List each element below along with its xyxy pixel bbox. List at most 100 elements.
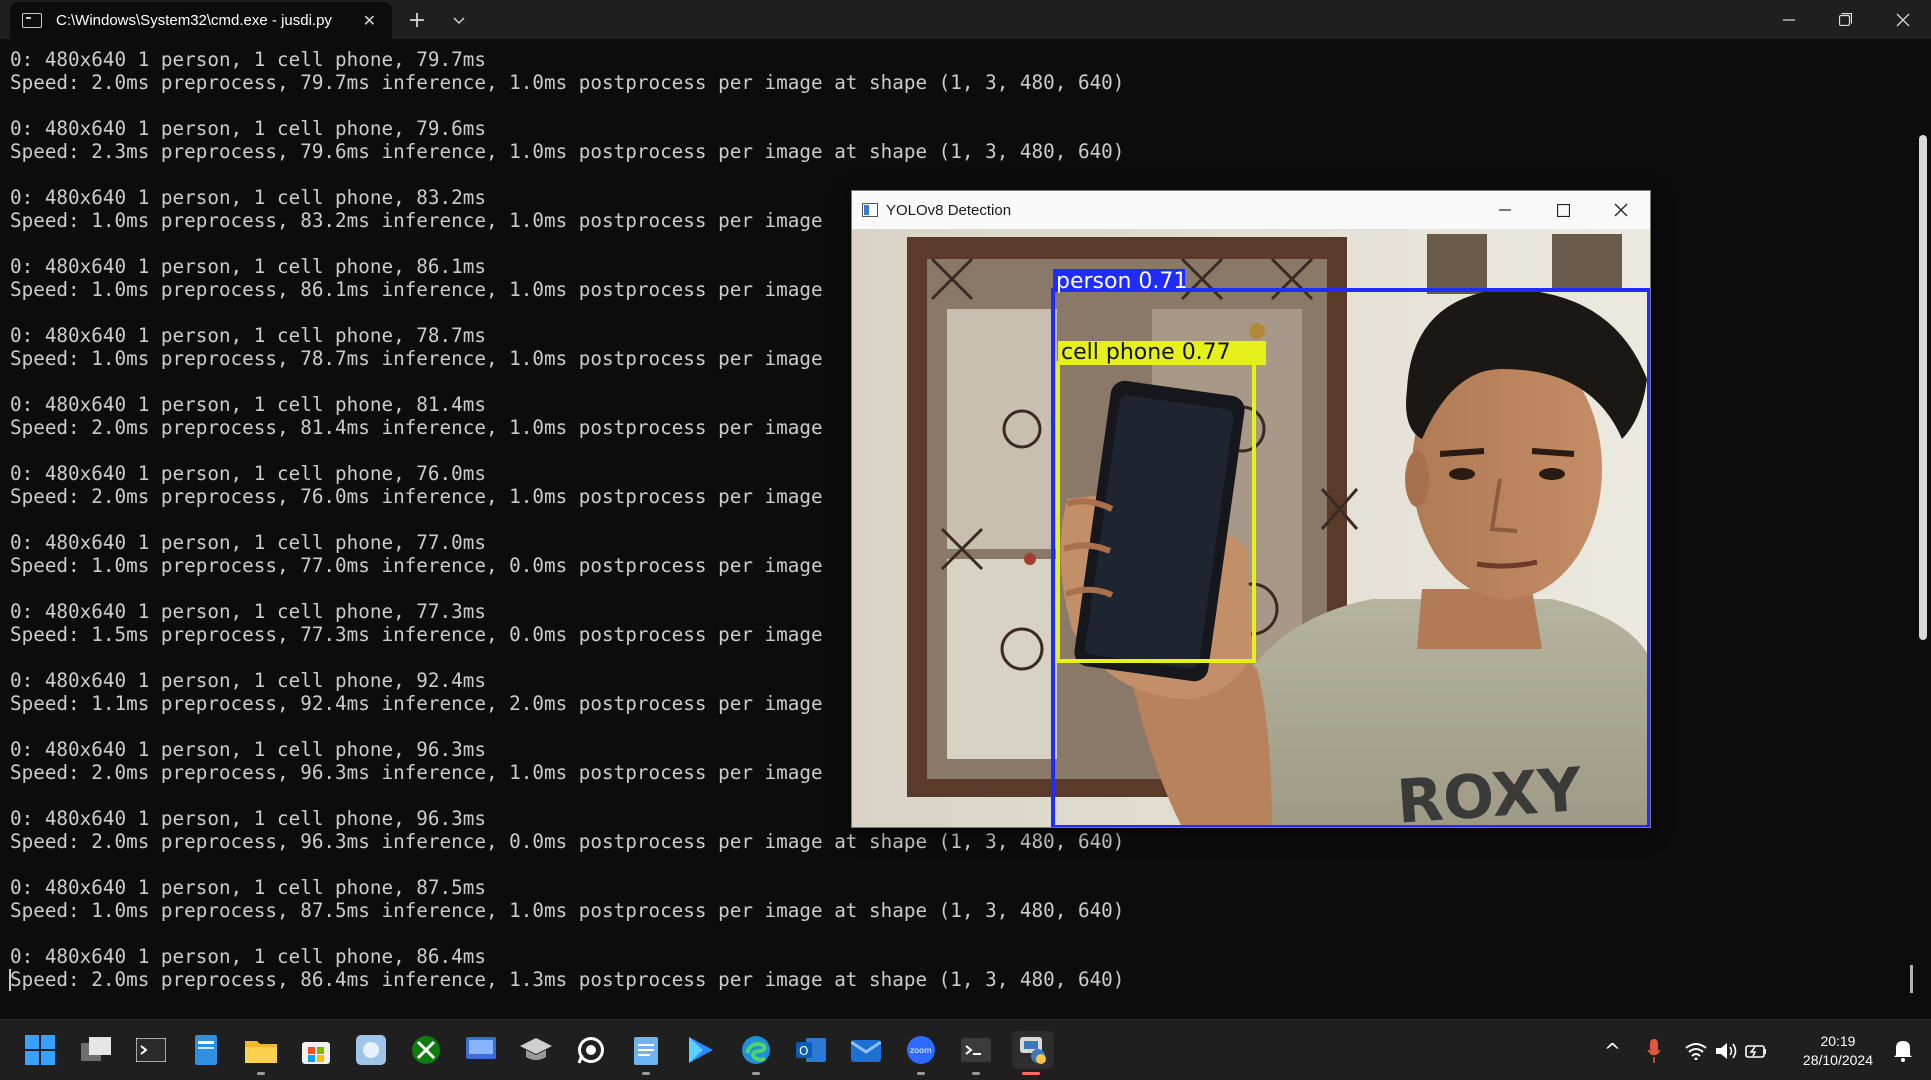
- terminal-detection-line: 0: 480x640 1 person, 1 cell phone, 79.6m…: [10, 117, 486, 140]
- console-icon: [22, 13, 42, 28]
- notification-button[interactable]: [1893, 1038, 1913, 1066]
- taskbar-store[interactable]: [297, 1031, 335, 1069]
- edge-icon: [742, 1036, 770, 1064]
- knob: [1024, 553, 1036, 565]
- taskbar-notepad[interactable]: [627, 1031, 665, 1075]
- running-indicator: [972, 1072, 980, 1075]
- taskbar-clock[interactable]: 20:19 28/10/2024: [1803, 1032, 1873, 1070]
- yolo-window-title: YOLOv8 Detection: [886, 201, 1012, 219]
- taskbar-education[interactable]: [517, 1031, 555, 1069]
- right-eye: [1539, 468, 1565, 480]
- taskbar-outlook-new[interactable]: [847, 1031, 885, 1069]
- new-tab-button[interactable]: +: [392, 2, 442, 39]
- upper-window: [1427, 234, 1487, 294]
- running-indicator: [257, 1072, 265, 1075]
- yolo-titlebar[interactable]: YOLOv8 Detection: [852, 191, 1650, 229]
- notification-bell-icon: [1894, 1041, 1912, 1062]
- scroll-position-marker: [1910, 965, 1913, 993]
- file-explorer-icon: [245, 1041, 277, 1063]
- terminal-detection-line: 0: 480x640 1 person, 1 cell phone, 87.5m…: [10, 876, 486, 899]
- taskbar-notepad-blue[interactable]: [187, 1031, 225, 1069]
- taskbar-play-store[interactable]: [682, 1031, 720, 1069]
- terminal-speed-line: Speed: 2.0ms preprocess, 86.4ms inferenc…: [10, 968, 1125, 991]
- clock-date: 28/10/2024: [1802, 1052, 1873, 1068]
- play-store-icon: [689, 1037, 713, 1063]
- yolo-detection-window[interactable]: YOLOv8 Detection ROXY person 0.71 cell p…: [851, 190, 1651, 828]
- running-indicator: [1022, 1072, 1040, 1075]
- taskbar-command-prompt[interactable]: [957, 1031, 995, 1075]
- microsoft-store-icon: [302, 1042, 330, 1064]
- notepad-icon: [634, 1037, 658, 1065]
- person-label: person 0.71: [1056, 269, 1187, 294]
- taskbar-outlook[interactable]: O: [792, 1031, 830, 1069]
- tab-cmd[interactable]: C:\Windows\System32\cmd.exe - jusdi.py ✕: [10, 2, 392, 39]
- notepad-blue-icon: [195, 1035, 217, 1065]
- taskbar-terminal[interactable]: [132, 1031, 170, 1069]
- terminal-speed-line: Speed: 2.0ms preprocess, 96.3ms inferenc…: [10, 830, 1125, 853]
- volume-icon[interactable]: [1715, 1042, 1737, 1060]
- taskbar-edge[interactable]: [737, 1031, 775, 1075]
- zoom-icon: zoom: [907, 1036, 935, 1064]
- taskbar-whatsapp[interactable]: [572, 1031, 610, 1069]
- svg-text:zoom: zoom: [910, 1046, 932, 1055]
- left-eye: [1449, 468, 1475, 480]
- phone-label: cell phone 0.77: [1061, 340, 1231, 365]
- battery-charging-icon[interactable]: [1744, 1042, 1767, 1060]
- minimize-button[interactable]: [1760, 0, 1817, 39]
- close-icon: [1896, 13, 1909, 26]
- yolo-maximize-button[interactable]: [1534, 191, 1592, 229]
- taskbar-zoom[interactable]: zoom: [902, 1031, 940, 1075]
- terminal-scrollbar[interactable]: [1919, 135, 1927, 640]
- yolo-window-controls: [1476, 191, 1650, 229]
- taskbar-photos[interactable]: [352, 1031, 390, 1069]
- taskbar-file-explorer[interactable]: [242, 1031, 280, 1075]
- knob: [1249, 323, 1265, 339]
- tab-dropdown-button[interactable]: [442, 2, 476, 39]
- upper-window: [1552, 234, 1622, 289]
- yolo-close-button[interactable]: [1592, 191, 1650, 229]
- svg-text:O: O: [799, 1044, 808, 1058]
- yolo-minimize-button[interactable]: [1476, 191, 1534, 229]
- app-window-icon: [862, 203, 878, 217]
- running-indicator: [752, 1072, 760, 1075]
- running-indicator: [642, 1072, 650, 1075]
- tab-title: C:\Windows\System32\cmd.exe - jusdi.py: [56, 12, 332, 29]
- close-icon: [1614, 203, 1628, 217]
- clock-time: 20:19: [1820, 1033, 1856, 1049]
- photos-icon: [356, 1035, 386, 1065]
- show-hidden-icons-button[interactable]: ^: [1604, 1039, 1621, 1063]
- maximize-icon: [1556, 203, 1570, 217]
- taskbar-python[interactable]: [1012, 1031, 1054, 1075]
- terminal-app-icon: [136, 1038, 166, 1062]
- xbox-icon: [412, 1036, 440, 1064]
- running-indicator: [917, 1072, 925, 1075]
- close-button[interactable]: [1874, 0, 1931, 39]
- terminal-detection-line: 0: 480x640 1 person, 1 cell phone, 86.4m…: [10, 945, 486, 968]
- restore-button[interactable]: [1817, 0, 1874, 39]
- minimize-icon: [1499, 209, 1511, 211]
- taskbar-xbox[interactable]: [407, 1031, 445, 1069]
- restore-icon: [1839, 13, 1852, 26]
- taskbar-remote-desktop[interactable]: [462, 1031, 500, 1069]
- taskbar: O zoom ^ 20:19 28/10/2024: [0, 1019, 1931, 1080]
- remote-desktop-icon: [466, 1037, 496, 1059]
- task-view-button[interactable]: [77, 1031, 115, 1069]
- task-view-icon: [81, 1037, 111, 1061]
- chevron-down-icon: [453, 16, 465, 24]
- graduation-cap-icon: [520, 1038, 552, 1060]
- tab-close-button[interactable]: ✕: [363, 11, 376, 30]
- neck: [1417, 589, 1542, 649]
- wifi-icon[interactable]: [1685, 1042, 1707, 1060]
- microphone-icon[interactable]: [1647, 1038, 1661, 1063]
- windows-start-icon: [25, 1035, 55, 1065]
- window-controls: [1760, 0, 1931, 39]
- outlook-new-icon: [851, 1040, 881, 1062]
- ear: [1405, 451, 1429, 507]
- start-button[interactable]: [21, 1031, 59, 1069]
- minimize-icon: [1782, 18, 1795, 21]
- whatsapp-icon: [577, 1037, 604, 1064]
- text-cursor: [9, 969, 11, 991]
- terminal-speed-line: Speed: 2.3ms preprocess, 79.6ms inferenc…: [10, 140, 1125, 163]
